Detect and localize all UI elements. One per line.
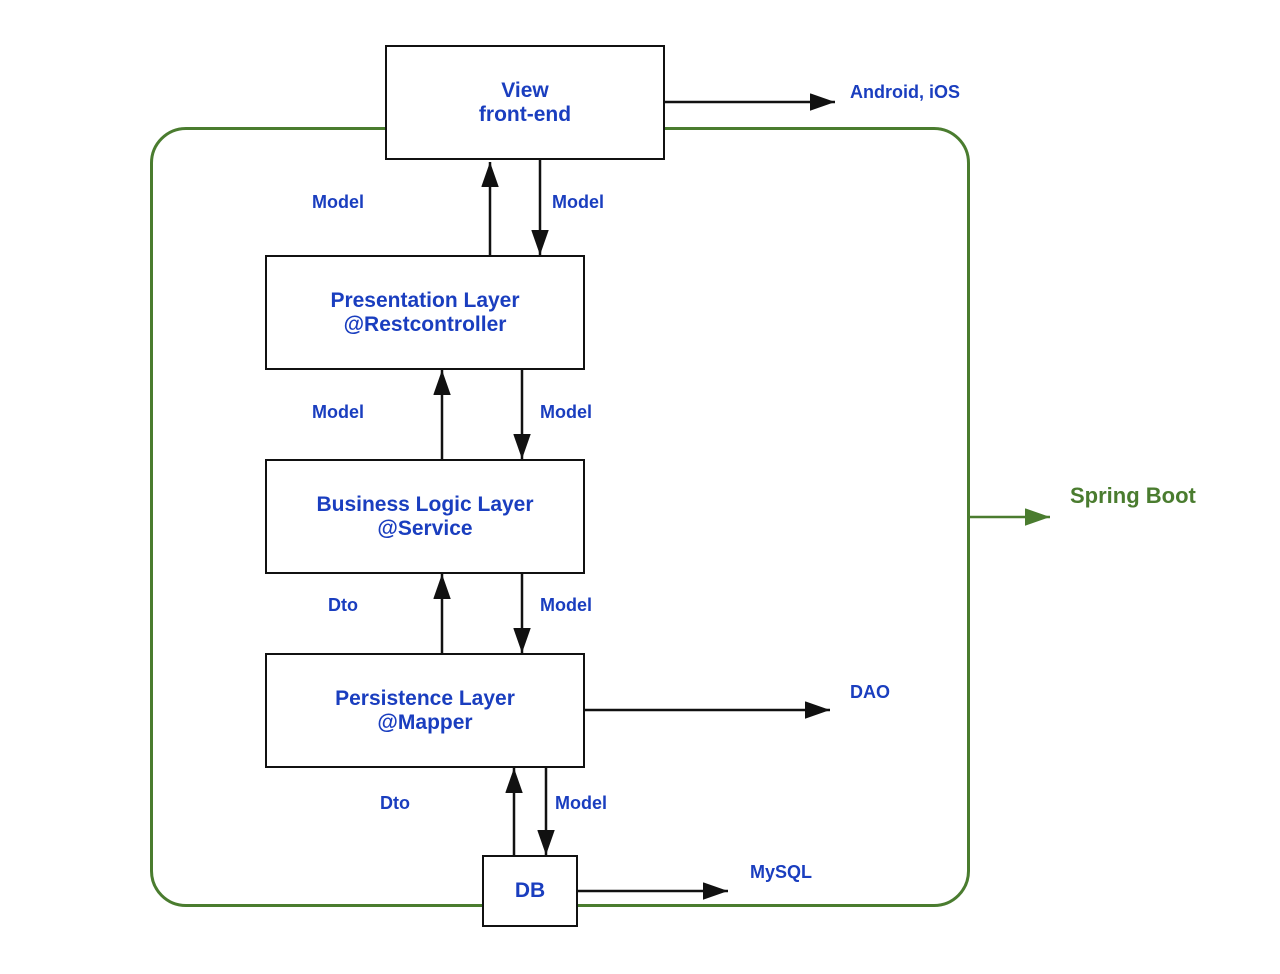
- mysql-label: MySQL: [750, 862, 812, 883]
- spring-boot-label: Spring Boot: [1070, 483, 1196, 509]
- model-label-right-2: Model: [540, 402, 592, 423]
- architecture-diagram: View front-end Presentation Layer @Restc…: [90, 27, 1190, 947]
- dao-label: DAO: [850, 682, 890, 703]
- persistence-line1: Persistence Layer: [335, 687, 515, 711]
- presentation-line2: @Restcontroller: [344, 313, 507, 337]
- business-line2: @Service: [377, 517, 472, 541]
- business-line1: Business Logic Layer: [316, 493, 533, 517]
- view-box: View front-end: [385, 45, 665, 160]
- persistence-box: Persistence Layer @Mapper: [265, 653, 585, 768]
- dto-label-left: Dto: [328, 595, 358, 616]
- business-box: Business Logic Layer @Service: [265, 459, 585, 574]
- android-ios-label: Android, iOS: [850, 82, 960, 103]
- model-label-right-3: Model: [540, 595, 592, 616]
- dto-label-left-2: Dto: [380, 793, 410, 814]
- db-box: DB: [482, 855, 578, 927]
- model-label-right-4: Model: [555, 793, 607, 814]
- view-line2: front-end: [479, 103, 571, 127]
- model-label-left-2: Model: [312, 402, 364, 423]
- persistence-line2: @Mapper: [377, 711, 472, 735]
- presentation-box: Presentation Layer @Restcontroller: [265, 255, 585, 370]
- view-line1: View: [501, 79, 548, 103]
- presentation-line1: Presentation Layer: [330, 289, 519, 313]
- model-label-left-1: Model: [312, 192, 364, 213]
- db-line1: DB: [515, 879, 545, 903]
- model-label-right-1: Model: [552, 192, 604, 213]
